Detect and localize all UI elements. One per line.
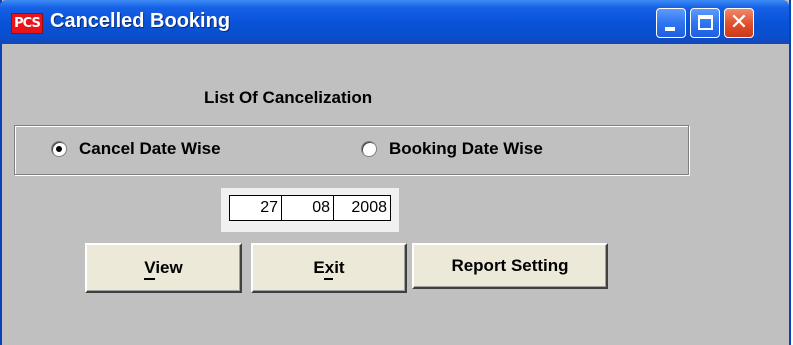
cancelled-booking-window: PCS Cancelled Booking ✕ List Of Canceliz… (0, 0, 791, 345)
close-icon: ✕ (729, 10, 749, 35)
cancel-date-wise-option[interactable]: Cancel Date Wise (51, 139, 221, 159)
radio-label-booking-date-wise: Booking Date Wise (389, 139, 543, 158)
exit-button-label: Exit (313, 258, 345, 280)
list-heading: List Of Cancelization (204, 88, 373, 107)
date-picker-container: 27 08 2008 (221, 188, 399, 232)
radio-selected-dot (56, 146, 62, 152)
view-button[interactable]: View (85, 243, 242, 293)
radio-booking-date-wise[interactable] (361, 141, 377, 157)
view-accelerator-underline (144, 278, 156, 280)
report-setting-label: Report Setting (451, 256, 569, 275)
date-month-field[interactable]: 08 (282, 196, 334, 220)
booking-date-wise-option[interactable]: Booking Date Wise (361, 139, 543, 159)
minimize-button[interactable] (656, 8, 686, 38)
minimize-icon (665, 27, 675, 31)
maximize-icon (698, 15, 713, 30)
view-label-text: View (144, 258, 183, 277)
date-year-field[interactable]: 2008 (334, 196, 390, 220)
radio-label-cancel-date-wise: Cancel Date Wise (79, 139, 221, 158)
date-day-field[interactable]: 27 (230, 196, 282, 220)
exit-accelerator-underline (324, 278, 334, 280)
pcs-app-icon: PCS (11, 13, 43, 34)
date-mode-group: Cancel Date Wise Booking Date Wise (14, 125, 689, 175)
view-button-label: View (144, 258, 183, 280)
title-bar[interactable]: PCS Cancelled Booking ✕ (0, 0, 789, 44)
window-title: Cancelled Booking (50, 10, 231, 32)
radio-cancel-date-wise[interactable] (51, 141, 67, 157)
close-button[interactable]: ✕ (724, 8, 754, 38)
date-picker[interactable]: 27 08 2008 (229, 195, 391, 221)
exit-button[interactable]: Exit (251, 243, 407, 293)
maximize-button[interactable] (690, 8, 720, 38)
exit-label-text: Exit (313, 258, 345, 277)
report-setting-button[interactable]: Report Setting (412, 243, 608, 289)
